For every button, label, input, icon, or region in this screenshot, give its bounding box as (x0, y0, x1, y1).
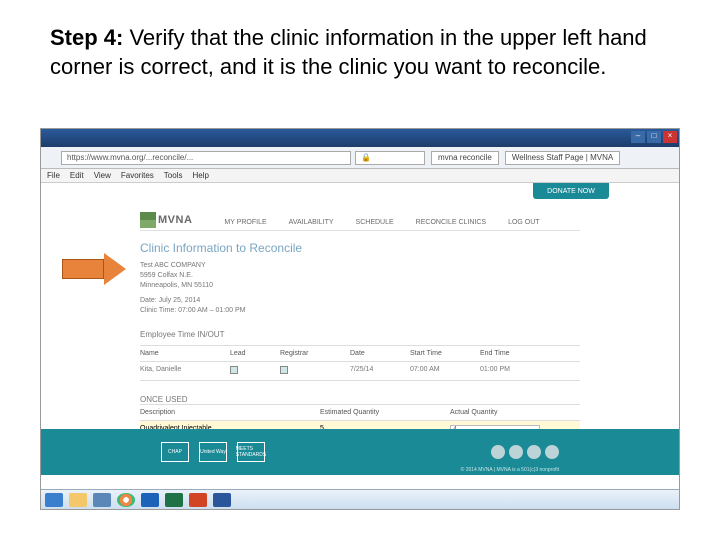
page-footer: CHAP United Way MEETS STANDARDS © 2014 M… (41, 429, 679, 475)
menu-tools[interactable]: Tools (164, 171, 183, 180)
cell-date: 7/25/14 (350, 366, 410, 376)
step-heading: Step 4: Verify that the clinic informati… (0, 0, 720, 91)
employee-header: Employee Time IN/OUT (140, 330, 580, 339)
taskbar-ie-icon[interactable] (45, 493, 63, 507)
col-lead: Lead (230, 350, 280, 357)
lead-checkbox[interactable] (230, 366, 238, 374)
nav-schedule[interactable]: SCHEDULE (356, 219, 394, 226)
copyright: © 2014 MVNA | MVNA is a 501(c)3 nonprofi… (461, 467, 559, 473)
maximize-button[interactable]: □ (647, 131, 661, 143)
minimize-button[interactable]: – (631, 131, 645, 143)
once-table-head: Description Estimated Quantity Actual Qu… (140, 404, 580, 421)
cell-lead (230, 366, 280, 376)
col-name: Name (140, 350, 230, 357)
partner-chap: CHAP (161, 442, 189, 462)
taskbar-outlook-icon[interactable] (141, 493, 159, 507)
col-start: Start Time (410, 350, 480, 357)
cell-registrar (280, 366, 350, 376)
windows-taskbar (41, 489, 679, 509)
section-title: Clinic Information to Reconcile (140, 241, 580, 255)
partner-unitedway: United Way (199, 442, 227, 462)
clinic-name: Test ABC COMPANY (140, 261, 580, 271)
logo[interactable]: MVNA (140, 212, 192, 228)
social-icons (491, 445, 559, 459)
clinic-time: Clinic Time: 07:00 AM – 01:00 PM (140, 306, 580, 316)
taskbar-powerpoint-icon[interactable] (189, 493, 207, 507)
nav-logout[interactable]: LOG OUT (508, 219, 540, 226)
top-nav: MVNA MY PROFILE AVAILABILITY SCHEDULE RE… (140, 201, 580, 231)
col-date: Date (350, 350, 410, 357)
col-est-qty: Estimated Quantity (320, 409, 450, 416)
clinic-date: Date: July 25, 2014 (140, 296, 580, 306)
clinic-address-2: Minneapolis, MN 55110 (140, 281, 580, 291)
browser-toolbar: https://www.mvna.org/...reconcile/... 🔒 … (41, 147, 679, 169)
nav-reconcile[interactable]: RECONCILE CLINICS (416, 219, 486, 226)
taskbar-explorer-icon[interactable] (69, 493, 87, 507)
tab-1[interactable]: mvna reconcile (431, 151, 499, 165)
page-body: DONATE NOW MVNA MY PROFILE AVAILABILITY … (41, 183, 679, 475)
nav-my-profile[interactable]: MY PROFILE (224, 219, 266, 226)
cell-start: 07:00 AM (410, 366, 480, 376)
linkedin-icon[interactable] (491, 445, 505, 459)
menu-edit[interactable]: Edit (70, 171, 84, 180)
cell-end: 01:00 PM (480, 366, 540, 376)
clinic-info: Test ABC COMPANY 5959 Colfax N.E. Minnea… (140, 261, 580, 316)
youtube-icon[interactable] (509, 445, 523, 459)
close-button[interactable]: × (663, 131, 677, 143)
window-titlebar: – □ × (41, 129, 679, 147)
address-bar[interactable]: https://www.mvna.org/...reconcile/... (61, 151, 351, 165)
col-registrar: Registrar (280, 350, 350, 357)
step-text-body: Verify that the clinic information in th… (50, 25, 647, 79)
taskbar-app-icon[interactable] (93, 493, 111, 507)
col-end: End Time (480, 350, 540, 357)
taskbar-chrome-icon[interactable] (117, 493, 135, 507)
facebook-icon[interactable] (527, 445, 541, 459)
registrar-checkbox[interactable] (280, 366, 288, 374)
twitter-icon[interactable] (545, 445, 559, 459)
logo-icon (140, 212, 156, 228)
taskbar-excel-icon[interactable] (165, 493, 183, 507)
partner-standards: MEETS STANDARDS (237, 442, 265, 462)
taskbar-word-icon[interactable] (213, 493, 231, 507)
menu-help[interactable]: Help (192, 171, 208, 180)
partner-logos: CHAP United Way MEETS STANDARDS (161, 442, 265, 462)
logo-text: MVNA (158, 214, 192, 226)
col-act-qty: Actual Quantity (450, 409, 580, 416)
col-description: Description (140, 409, 320, 416)
employee-table: Name Lead Registrar Date Start Time End … (140, 345, 580, 381)
donate-button[interactable]: DONATE NOW (533, 183, 609, 199)
nav-availability[interactable]: AVAILABILITY (289, 219, 334, 226)
step-number: Step 4: (50, 25, 123, 50)
once-header: ONCE USED (140, 395, 580, 404)
browser-menubar: File Edit View Favorites Tools Help (41, 169, 679, 183)
callout-arrow (62, 253, 132, 285)
menu-favorites[interactable]: Favorites (121, 171, 154, 180)
cell-name: Kita, Danielle (140, 366, 230, 376)
tab-2[interactable]: Wellness Staff Page | MVNA (505, 151, 620, 165)
menu-file[interactable]: File (47, 171, 60, 180)
browser-window: – □ × https://www.mvna.org/...reconcile/… (40, 128, 680, 510)
table-row: Kita, Danielle 7/25/14 07:00 AM 01:00 PM (140, 362, 580, 381)
clinic-address-1: 5959 Colfax N.E. (140, 271, 580, 281)
menu-view[interactable]: View (94, 171, 111, 180)
search-box[interactable]: 🔒 (355, 151, 425, 165)
